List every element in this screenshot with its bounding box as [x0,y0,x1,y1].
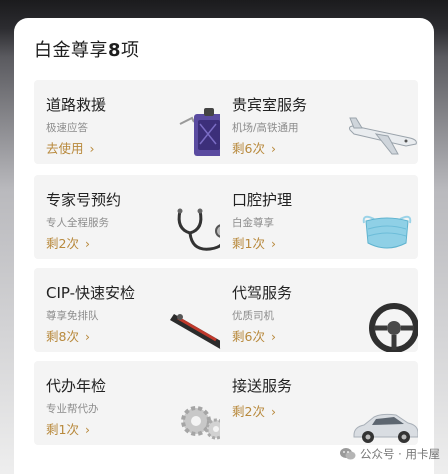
chevron-right-icon: › [84,329,90,344]
service-subtitle: 专人全程服务 [46,217,109,229]
chevron-right-icon: › [270,141,276,156]
service-tile-vip-lounge[interactable]: 贵宾室服务 机场/高铁通用 剩6次 › [220,80,418,164]
service-tile-oral-care[interactable]: 口腔护理 白金尊享 剩1次 › [220,175,418,259]
service-action-link[interactable]: 剩1次 › [232,233,276,252]
service-name: 代办年检 [46,377,107,395]
service-name: 贵宾室服务 [232,96,308,114]
service-action-link[interactable]: 去使用 › [46,138,95,157]
service-name: 接送服务 [232,377,293,395]
chevron-right-icon: › [270,236,276,251]
service-name: CIP-快速安检 [46,284,136,302]
service-tile-cip-security-check[interactable]: CIP-快速安检 尊享免排队 剩8次 › [34,268,232,352]
service-subtitle: 机场/高铁通用 [232,122,299,134]
watermark: 公众号 · 用卡屋 [340,446,440,462]
chevron-right-icon: › [84,236,90,251]
steering-wheel-icon [369,303,418,352]
car-icon [353,413,418,443]
service-action-link[interactable]: 剩6次 › [232,138,276,157]
service-tile-expert-appointment[interactable]: 专家号预约 专人全程服务 剩2次 › [34,175,232,259]
service-tile-pickup-dropoff[interactable]: 接送服务 剩2次 › [220,361,418,445]
service-action-link[interactable]: 剩2次 › [46,233,90,252]
service-subtitle: 极速应答 [46,122,88,134]
chevron-right-icon: › [270,329,276,344]
service-subtitle: 白金尊享 [232,217,274,229]
wechat-icon [340,448,356,460]
chevron-right-icon: › [270,404,276,419]
service-action-link[interactable]: 剩2次 › [232,401,276,420]
service-subtitle: 尊享免排队 [46,310,99,322]
service-tile-road-rescue[interactable]: 道路救援 极速应答 去使用 › [34,80,232,164]
service-action-link[interactable]: 剩6次 › [232,326,276,345]
chevron-right-icon: › [84,422,90,437]
service-tile-annual-inspection[interactable]: 代办年检 专业帮代办 剩1次 › [34,361,232,445]
airplane-icon [349,117,417,155]
service-name: 口腔护理 [232,191,293,209]
service-tile-designated-driver[interactable]: 代驾服务 优质司机 剩6次 › [220,268,418,352]
service-action-link[interactable]: 剩8次 › [46,326,90,345]
service-name: 代驾服务 [232,284,293,302]
chevron-right-icon: › [89,141,95,156]
benefits-card: 白金尊享8项 道路救援 极速应答 去使用 › 贵宾室服务 机场/高铁通用 剩6次 ›… [14,18,434,474]
service-subtitle: 优质司机 [232,310,274,322]
service-subtitle: 专业帮代办 [46,403,99,415]
service-action-link[interactable]: 剩1次 › [46,419,90,438]
face-mask-icon [362,215,412,249]
service-name: 专家号预约 [46,191,122,209]
service-name: 道路救援 [46,96,107,114]
watermark-text: 公众号 · 用卡屋 [360,447,440,461]
card-title: 白金尊享8项 [34,40,140,61]
